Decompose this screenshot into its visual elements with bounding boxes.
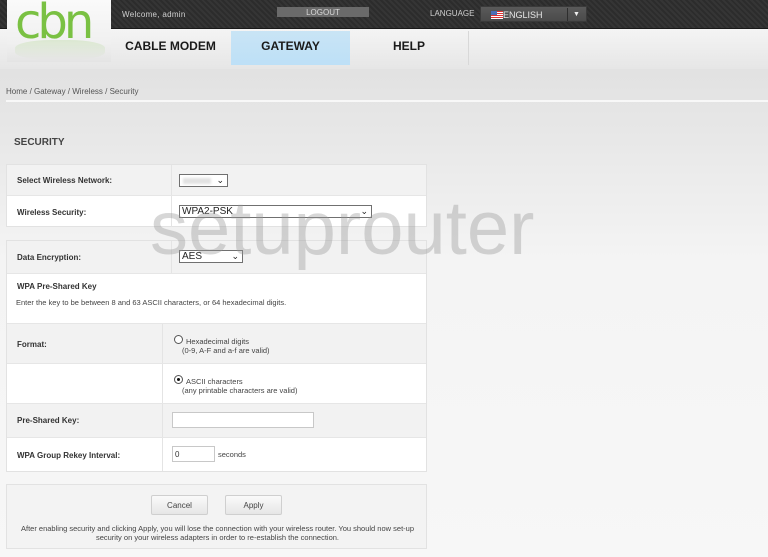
- logo[interactable]: cbn: [7, 0, 111, 62]
- hex-option-label: Hexadecimal digits: [186, 337, 249, 346]
- select-network-label: Select Wireless Network:: [17, 176, 113, 185]
- data-encryption-label: Data Encryption:: [17, 253, 82, 262]
- psk-info-row: WPA Pre-Shared Key Enter the key to be b…: [7, 274, 426, 324]
- wireless-security-row: Wireless Security: WPA2-PSK ⌄: [7, 196, 426, 227]
- column-divider: [171, 241, 172, 273]
- format-row-hex: Format: Hexadecimal digits (0-9, A-F and…: [7, 324, 426, 364]
- ascii-option-label: ASCII characters: [186, 377, 243, 386]
- column-divider: [171, 165, 172, 195]
- select-network-row: Select Wireless Network: ⌄: [7, 165, 426, 196]
- chevron-down-icon: ▼: [573, 11, 580, 18]
- language-select[interactable]: ENGLISH ▼: [480, 6, 587, 22]
- hex-option-hint: (0-9, A-F and a-f are valid): [182, 346, 270, 355]
- top-bar: Welcome, admin LOGOUT LANGUAGE ENGLISH ▼: [0, 0, 768, 29]
- psk-heading: WPA Pre-Shared Key: [17, 282, 97, 291]
- psk-hint: Enter the key to be between 8 and 63 ASC…: [16, 298, 287, 307]
- column-divider: [162, 404, 163, 437]
- network-name-blurred: [183, 178, 211, 184]
- rekey-row: WPA Group Rekey Interval: seconds: [7, 438, 426, 471]
- ascii-option-hint: (any printable characters are valid): [182, 386, 298, 395]
- rekey-input[interactable]: [172, 446, 215, 462]
- column-divider: [162, 324, 163, 363]
- nav-cable-modem[interactable]: CABLE MODEM: [111, 31, 230, 65]
- psk-input[interactable]: [172, 412, 314, 428]
- language-value: ENGLISH: [503, 10, 543, 20]
- nav-gateway[interactable]: GATEWAY: [231, 31, 350, 65]
- network-panel: Select Wireless Network: ⌄ Wireless Secu…: [6, 164, 427, 227]
- column-divider: [162, 364, 163, 403]
- wireless-security-label: Wireless Security:: [17, 208, 87, 217]
- breadcrumb-divider: [6, 100, 768, 102]
- apply-button[interactable]: Apply: [225, 495, 282, 515]
- chevron-down-icon: ⌄: [216, 175, 224, 185]
- breadcrumb: Home / Gateway / Wireless / Security: [6, 87, 139, 96]
- format-label: Format:: [17, 340, 47, 349]
- chevron-down-icon: ⌄: [360, 206, 368, 216]
- rekey-label: WPA Group Rekey Interval:: [17, 451, 121, 460]
- language-label: LANGUAGE: [430, 9, 475, 18]
- psk-row: Pre-Shared Key:: [7, 404, 426, 438]
- column-divider: [171, 196, 172, 227]
- cancel-button[interactable]: Cancel: [151, 495, 208, 515]
- wireless-security-dropdown[interactable]: WPA2-PSK ⌄: [179, 205, 372, 218]
- rekey-unit: seconds: [218, 450, 246, 459]
- nav-help[interactable]: HELP: [350, 31, 469, 65]
- page-title: SECURITY: [14, 137, 65, 148]
- data-encryption-dropdown[interactable]: AES ⌄: [179, 250, 243, 263]
- chevron-down-icon: ⌄: [231, 251, 239, 261]
- actions-panel: Cancel Apply After enabling security and…: [6, 484, 427, 549]
- logout-button[interactable]: LOGOUT: [277, 7, 369, 17]
- language-divider: [567, 8, 568, 21]
- logo-reflection: [15, 40, 105, 60]
- radio-hexadecimal[interactable]: [174, 335, 183, 344]
- encryption-panel: Data Encryption: AES ⌄ WPA Pre-Shared Ke…: [6, 240, 427, 472]
- column-divider: [162, 438, 163, 471]
- format-row-ascii: ASCII characters (any printable characte…: [7, 364, 426, 404]
- us-flag-icon: [491, 11, 503, 19]
- select-network-dropdown[interactable]: ⌄: [179, 174, 228, 187]
- apply-warning-note: After enabling security and clicking App…: [21, 524, 414, 542]
- psk-label: Pre-Shared Key:: [17, 416, 80, 425]
- welcome-text: Welcome, admin: [122, 10, 186, 19]
- data-encryption-row: Data Encryption: AES ⌄: [7, 241, 426, 274]
- radio-ascii[interactable]: [174, 375, 183, 384]
- main-nav: CABLE MODEM GATEWAY HELP: [0, 29, 768, 69]
